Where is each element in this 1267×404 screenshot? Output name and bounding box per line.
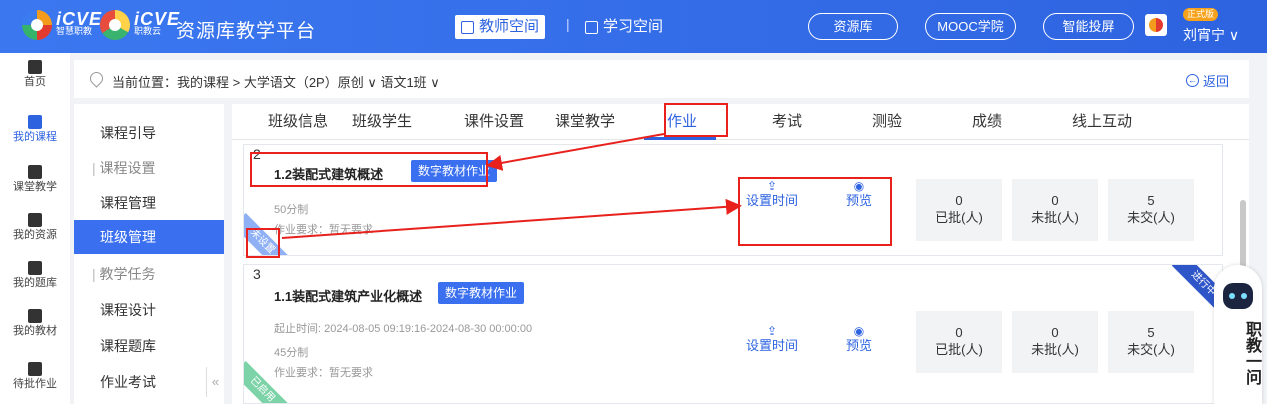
annotation-arrows bbox=[281, 133, 742, 239]
arrow-tab-to-title bbox=[486, 133, 665, 171]
arrow-ribbon-to-actions bbox=[281, 198, 742, 239]
